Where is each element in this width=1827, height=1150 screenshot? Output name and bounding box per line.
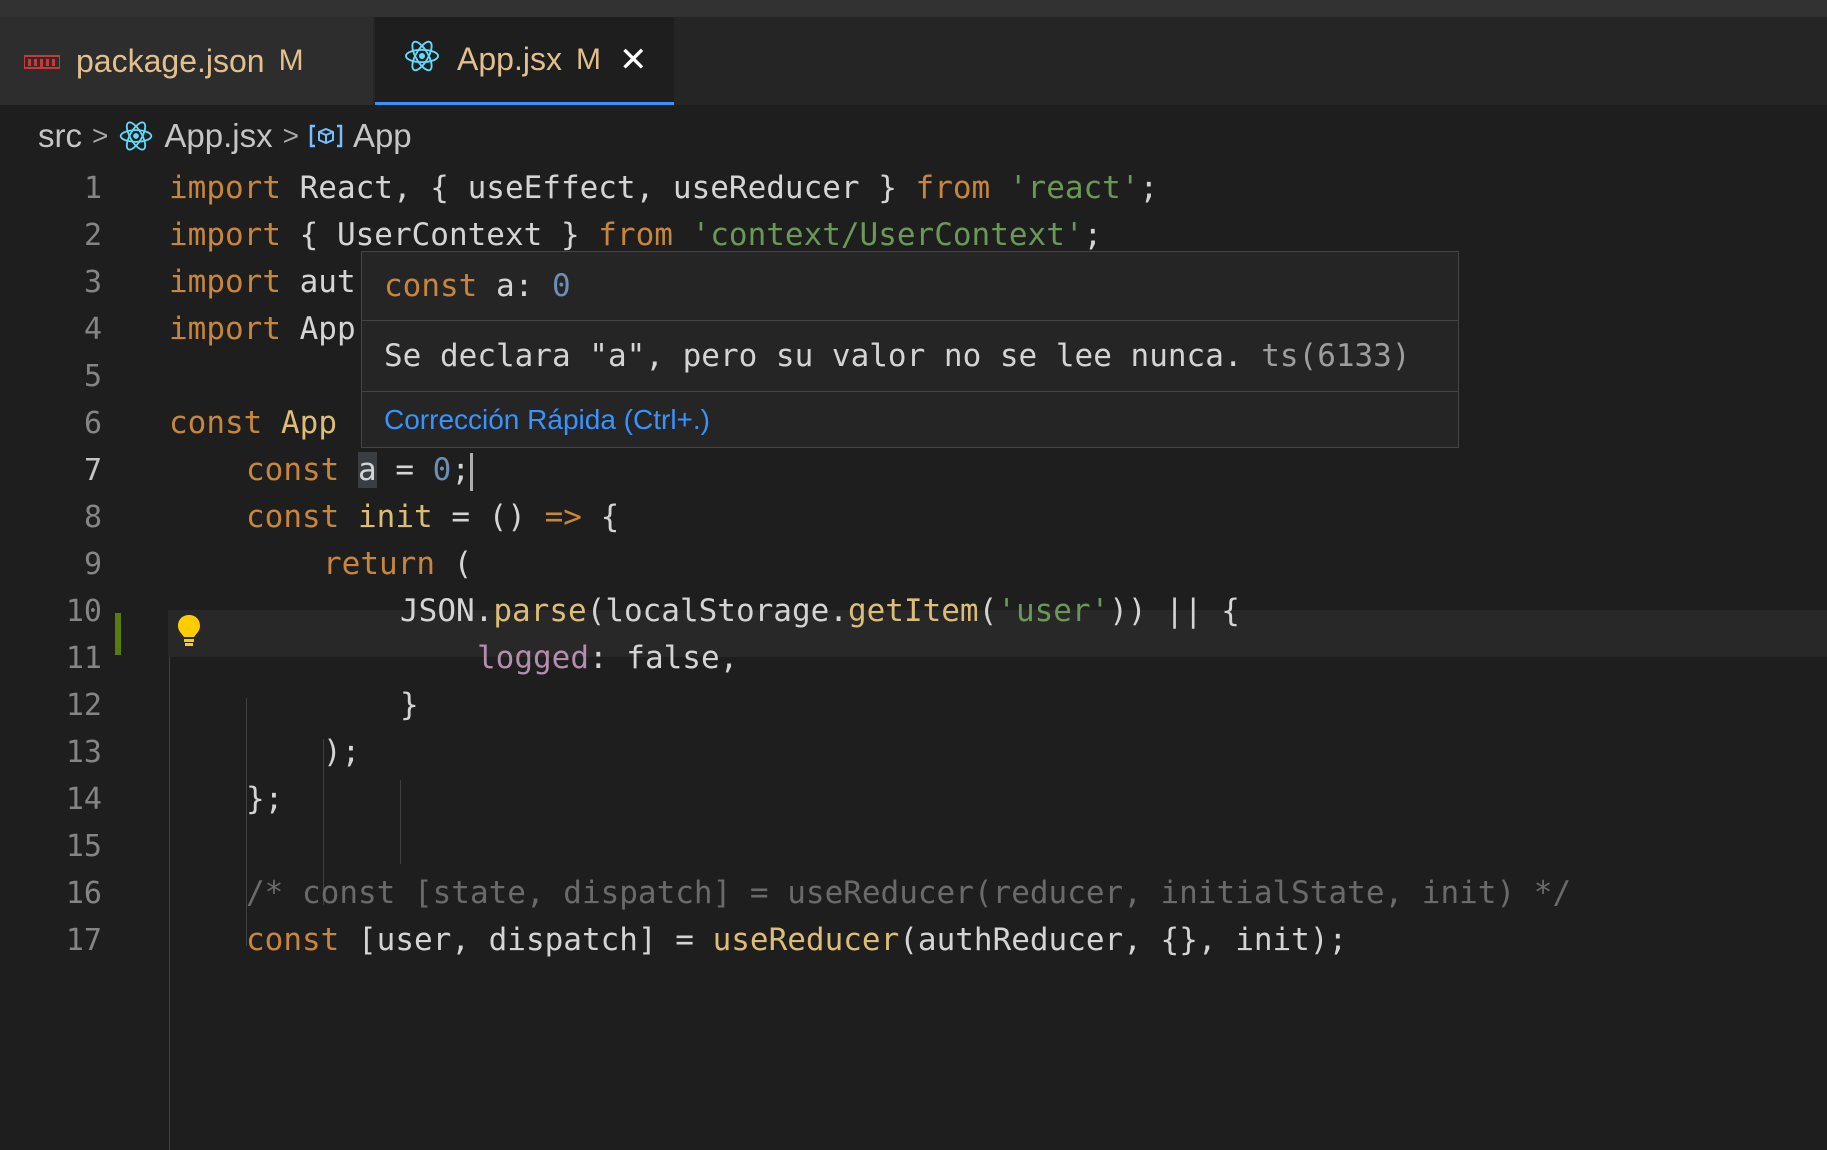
tab-package-json[interactable]: package.json M [0, 17, 373, 105]
symbol-variable-icon [309, 123, 343, 149]
code-line: 7 const a = 0; [0, 447, 1827, 494]
code-line: 1 import React, { useEffect, useReducer … [0, 165, 1827, 212]
line-number: 15 [65, 829, 102, 864]
code-text: import React, { useEffect, useReducer } … [169, 170, 1159, 206]
line-number: 7 [83, 453, 102, 488]
breadcrumb-file[interactable]: App.jsx [164, 117, 272, 155]
chevron-right-icon: > [92, 120, 109, 151]
react-icon [403, 39, 441, 81]
code-line: 11 logged: false, [0, 635, 1827, 682]
line-number: 6 [83, 406, 102, 441]
code-text: ); [323, 734, 361, 770]
code-line: 15 [0, 823, 1827, 870]
line-number: 8 [83, 500, 102, 535]
code-text: } [400, 687, 419, 723]
breadcrumb: src > App.jsx > App [0, 108, 1827, 164]
lightbulb-icon[interactable] [176, 614, 202, 652]
quick-fix-link[interactable]: Corrección Rápida (Ctrl+.) [362, 392, 1458, 447]
line-number: 1 [83, 171, 102, 206]
diagnostic-code: ts(6133) [1261, 338, 1411, 374]
line-number: 14 [65, 782, 102, 817]
tab-label: package.json [76, 42, 265, 79]
hover-tooltip: const a: 0 Se declara "a", pero su valor… [361, 251, 1459, 448]
chevron-right-icon: > [282, 120, 299, 151]
title-bar [0, 0, 1827, 17]
code-text: const [user, dispatch] = useReducer(auth… [246, 922, 1348, 958]
code-line: 8 const init = () => { [0, 494, 1827, 541]
close-icon[interactable]: ✕ [619, 40, 648, 80]
breadcrumb-folder[interactable]: src [38, 117, 82, 155]
tab-bar: package.json M App.jsx M ✕ [0, 17, 1827, 105]
code-text: const a = 0; [246, 447, 474, 494]
line-number: 2 [83, 218, 102, 253]
code-line: 13 ); [0, 729, 1827, 776]
line-number: 5 [83, 359, 102, 394]
code-line: 16 /* const [state, dispatch] = useReduc… [0, 870, 1827, 917]
code-text: const init = () => { [246, 499, 620, 535]
modified-indicator: M [575, 42, 601, 76]
code-text: import App [169, 311, 356, 347]
code-text: JSON.parse(localStorage.getItem('user'))… [400, 593, 1240, 629]
modified-indicator: M [278, 44, 304, 77]
tab-app-jsx[interactable]: App.jsx M ✕ [375, 17, 674, 105]
line-number: 16 [65, 876, 102, 911]
hover-message: Se declara "a", pero su valor no se lee … [362, 321, 1458, 392]
breadcrumb-symbol[interactable]: App [353, 117, 412, 155]
line-number: 11 [65, 641, 102, 676]
line-number: 9 [83, 547, 102, 582]
line-number: 12 [65, 688, 102, 723]
line-number: 17 [65, 923, 102, 958]
react-icon [118, 119, 154, 153]
code-line: 9 return ( [0, 541, 1827, 588]
code-text: }; [246, 781, 284, 817]
text-cursor [470, 452, 474, 491]
npm-icon [23, 43, 61, 80]
line-number: 13 [65, 735, 102, 770]
code-text: logged: false, [477, 640, 739, 676]
code-text: return ( [323, 546, 473, 582]
code-line: 10 JSON.parse(localStorage.getItem('user… [0, 588, 1827, 635]
code-line: 17 const [user, dispatch] = useReducer(a… [0, 917, 1827, 964]
line-number: 3 [83, 265, 102, 300]
line-number: 10 [65, 594, 102, 629]
code-text: import aut [169, 264, 356, 300]
code-line: 12 } [0, 682, 1827, 729]
hover-signature: const a: 0 [362, 252, 1458, 321]
code-text: const App [169, 405, 337, 441]
code-text: /* const [state, dispatch] = useReducer(… [246, 875, 1572, 911]
code-line: 14 }; [0, 776, 1827, 823]
unused-variable: a [358, 452, 377, 488]
tab-label: App.jsx [457, 41, 562, 77]
line-number: 4 [83, 312, 102, 347]
